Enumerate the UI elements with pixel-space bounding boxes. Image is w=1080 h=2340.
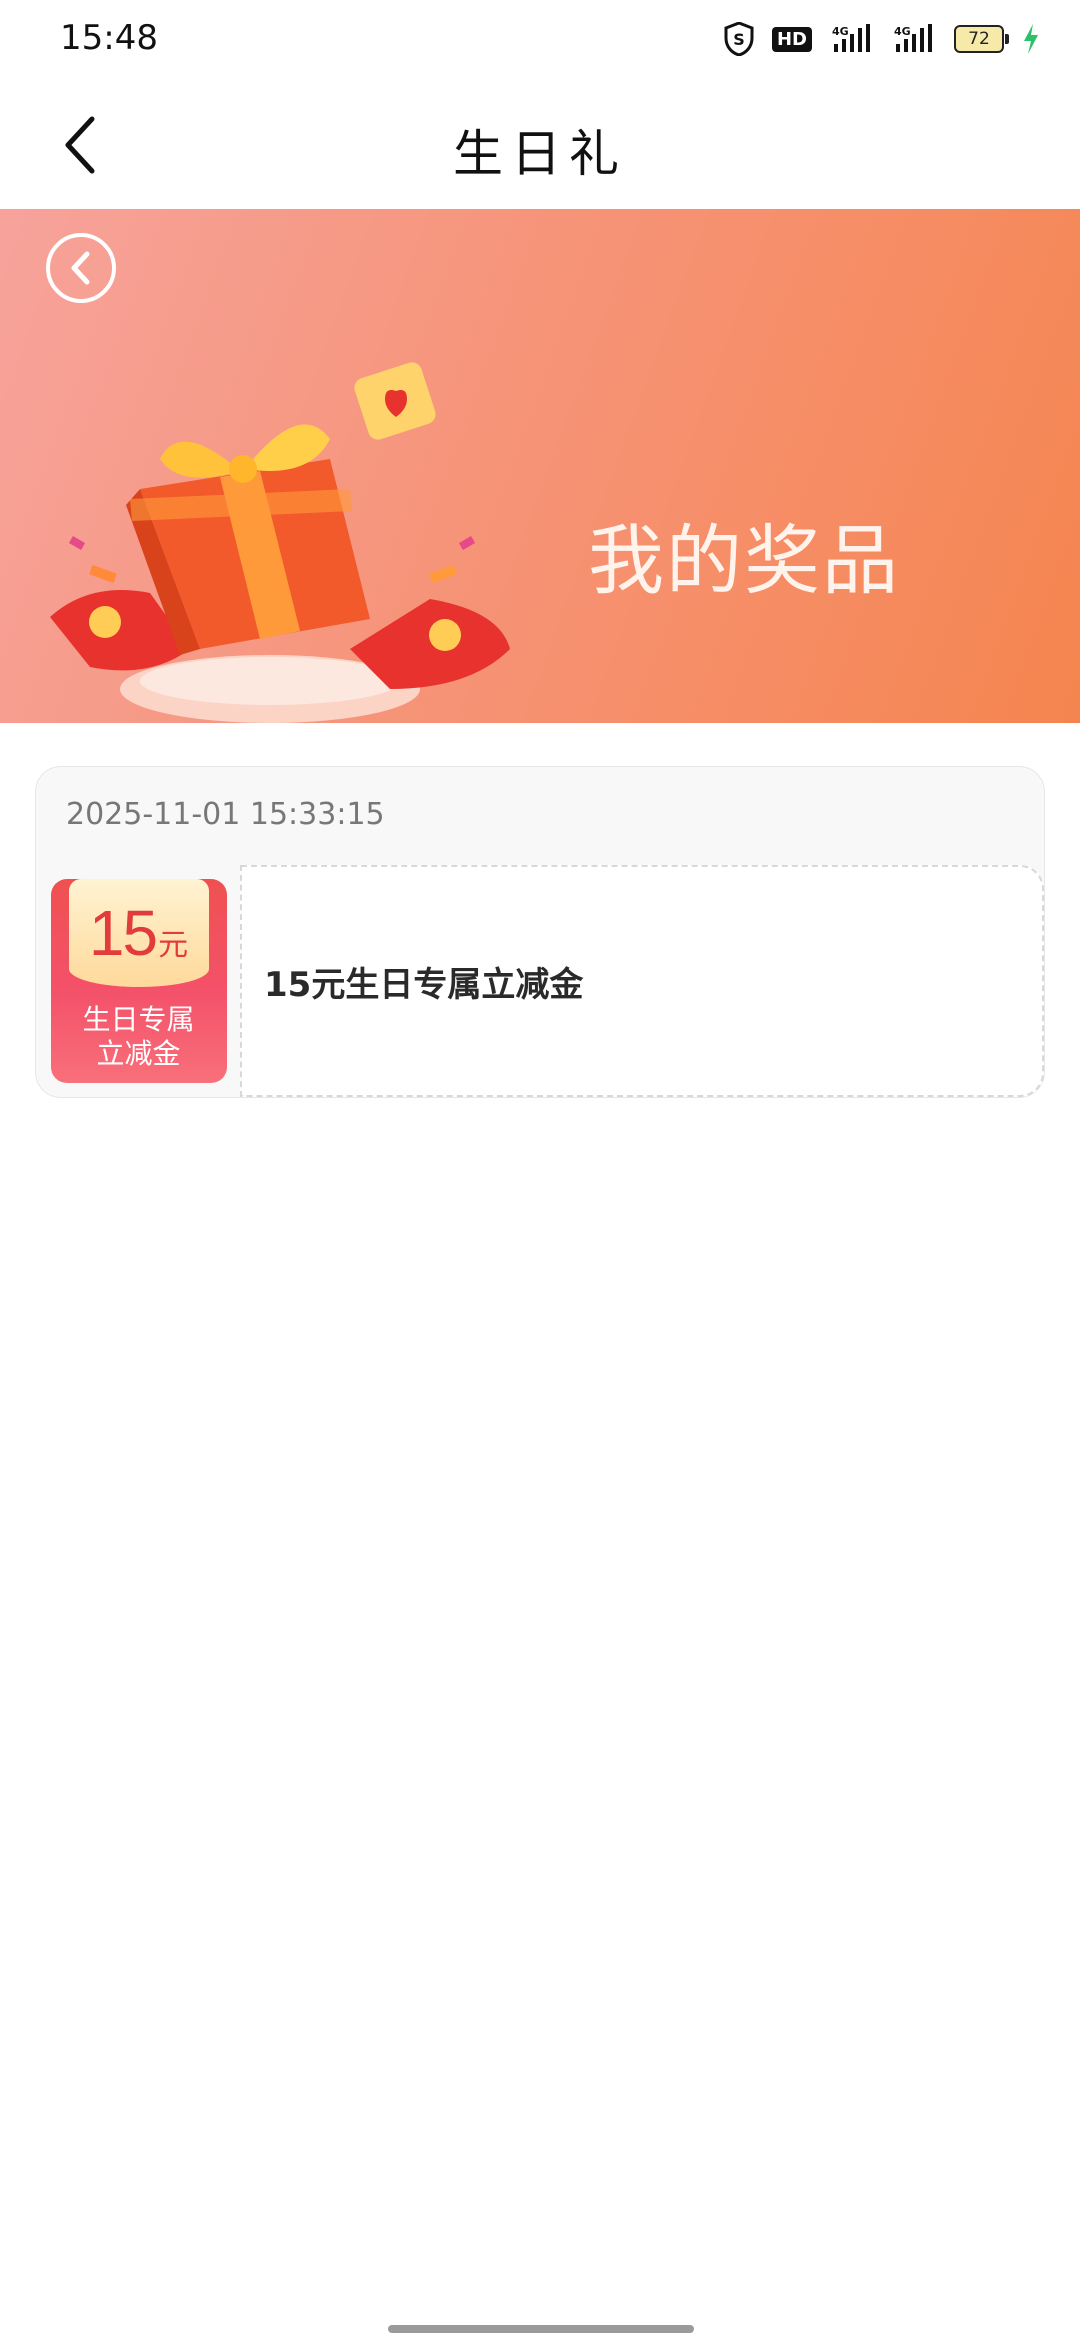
lightning-bolt-icon [1022, 22, 1040, 56]
gift-box-illustration [50, 362, 510, 723]
prize-body: 15 元 生日专属 立减金 15元生日专属立减金 [36, 865, 1044, 1097]
signal2-label: 4G [894, 25, 911, 38]
hd-icon: HD [771, 22, 812, 56]
battery-level: 72 [954, 25, 1009, 53]
shield-icon: S [724, 22, 754, 56]
prize-date: 2025-11-01 15:33:15 [66, 797, 385, 832]
home-indicator[interactable] [388, 2325, 694, 2333]
coupon-amount-area: 15 元 [68, 879, 209, 987]
page-title: 生日礼 [453, 125, 627, 183]
status-time: 15:48 [60, 18, 158, 58]
prize-detail[interactable]: 15元生日专属立减金 [240, 865, 1044, 1097]
prize-card[interactable]: 2025-11-01 15:33:15 15 元 生日专属 立减金 15元生日专… [35, 766, 1045, 1098]
prize-name: 15元生日专属立减金 [264, 964, 584, 1005]
signal-icon-2: 4G [892, 22, 936, 56]
coupon-amount: 15 [88, 897, 158, 969]
nav-header: 生日礼 [0, 80, 1080, 210]
coupon-unit: 元 [158, 928, 189, 963]
status-bar: 15:48 S HD 4G 4G 72 [0, 0, 1080, 80]
prize-banner: 我的奖品 [0, 209, 1080, 723]
status-icons: S HD 4G 4G 72 [724, 22, 1040, 56]
coupon-image: 15 元 生日专属 立减金 [50, 879, 227, 1083]
banner-title: 我的奖品 [588, 516, 900, 605]
battery-icon: 72 [954, 22, 1009, 56]
coupon-badge: 15 元 生日专属 立减金 [36, 865, 241, 1097]
coupon-caption: 生日专属 立减金 [51, 1003, 227, 1071]
coupon-caption-line1: 生日专属 [82, 1003, 195, 1036]
svg-text:S: S [733, 30, 745, 49]
coupon-caption-line2: 立减金 [96, 1037, 181, 1070]
signal1-label: 4G [832, 25, 849, 38]
circle-chevron-left-icon[interactable] [46, 233, 116, 303]
signal-icon: 4G [830, 22, 874, 56]
